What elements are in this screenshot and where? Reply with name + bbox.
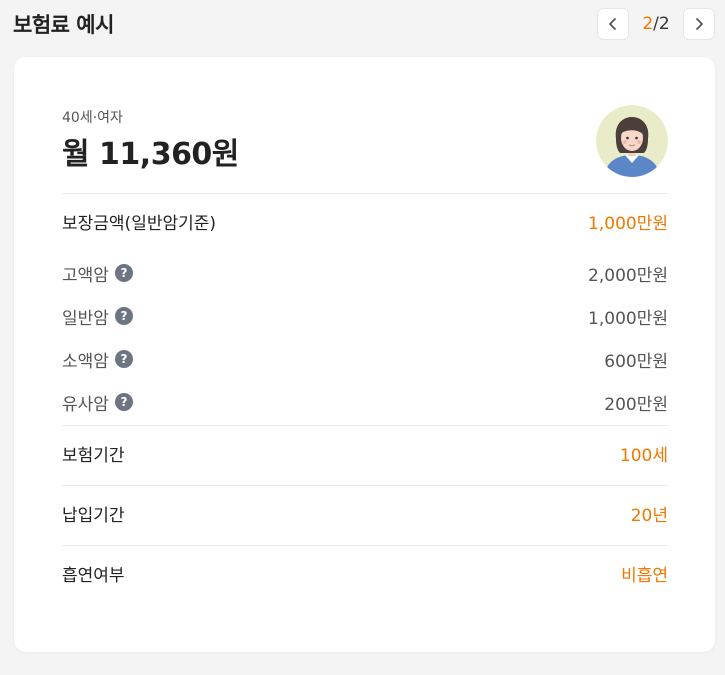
coverage-item-name: 소액암 [62, 351, 109, 372]
term-label: 보험기간 [62, 445, 125, 466]
insurance-period-row: 보험기간 100세 [62, 438, 668, 468]
term-value: 20년 [630, 505, 668, 526]
smoking-status-row: 흡연여부 비흡연 [62, 558, 668, 588]
monthly-premium: 월 11,360원 [62, 137, 239, 172]
coverage-item-label: 일반암? [62, 304, 133, 329]
coverage-item-row: 소액암? 600만원 [62, 344, 668, 374]
coverage-amount-row: 보장금액(일반암기준) 1,000만원 [62, 206, 668, 236]
profile-summary: 40세·여자 월 11,360원 [62, 107, 239, 173]
page-indicator: 2/2 [629, 14, 683, 34]
payment-period-row: 납입기간 20년 [62, 498, 668, 528]
page-title: 보험료 예시 [13, 13, 114, 37]
help-icon[interactable]: ? [114, 307, 133, 325]
term-label: 납입기간 [62, 505, 125, 526]
coverage-item-row: 고액암? 2,000만원 [62, 258, 668, 288]
coverage-item-label: 유사암? [62, 390, 133, 415]
prev-page-button[interactable] [597, 8, 629, 40]
term-value: 비흡연 [621, 565, 668, 586]
total-pages: /2 [653, 14, 670, 34]
help-icon[interactable]: ? [114, 393, 133, 411]
term-label: 흡연여부 [62, 565, 125, 586]
coverage-item-name: 고액암 [62, 265, 109, 286]
coverage-item-label: 소액암? [62, 347, 133, 372]
coverage-item-row: 유사암? 200만원 [62, 387, 668, 417]
help-icon[interactable]: ? [114, 350, 133, 368]
current-page: 2 [642, 14, 654, 34]
coverage-item-label: 고액암? [62, 261, 133, 286]
help-icon[interactable]: ? [114, 264, 133, 282]
coverage-amount-label: 보장금액(일반암기준) [62, 213, 217, 234]
coverage-item-row: 일반암? 1,000만원 [62, 301, 668, 331]
chevron-right-icon [696, 18, 703, 30]
pager: 2/2 [597, 8, 715, 40]
divider [62, 545, 668, 546]
coverage-item-value: 1,000만원 [588, 308, 668, 329]
woman-avatar-icon [596, 105, 668, 177]
header: 보험료 예시 2/2 [0, 0, 725, 48]
coverage-amount-value: 1,000만원 [588, 213, 668, 234]
chevron-left-icon [609, 18, 616, 30]
next-page-button[interactable] [683, 8, 715, 40]
coverage-item-name: 일반암 [62, 308, 109, 329]
divider [62, 485, 668, 486]
coverage-item-value: 2,000만원 [588, 265, 668, 286]
coverage-item-name: 유사암 [62, 394, 109, 415]
coverage-item-value: 200만원 [604, 394, 668, 415]
premium-example-card: 40세·여자 월 11,360원 보장금액(일반암기준) 1,000만원 고액암… [14, 57, 715, 652]
term-value: 100세 [619, 445, 668, 466]
divider [62, 425, 668, 426]
coverage-item-value: 600만원 [604, 351, 668, 372]
divider [62, 193, 668, 194]
age-gender-label: 40세·여자 [62, 110, 123, 126]
